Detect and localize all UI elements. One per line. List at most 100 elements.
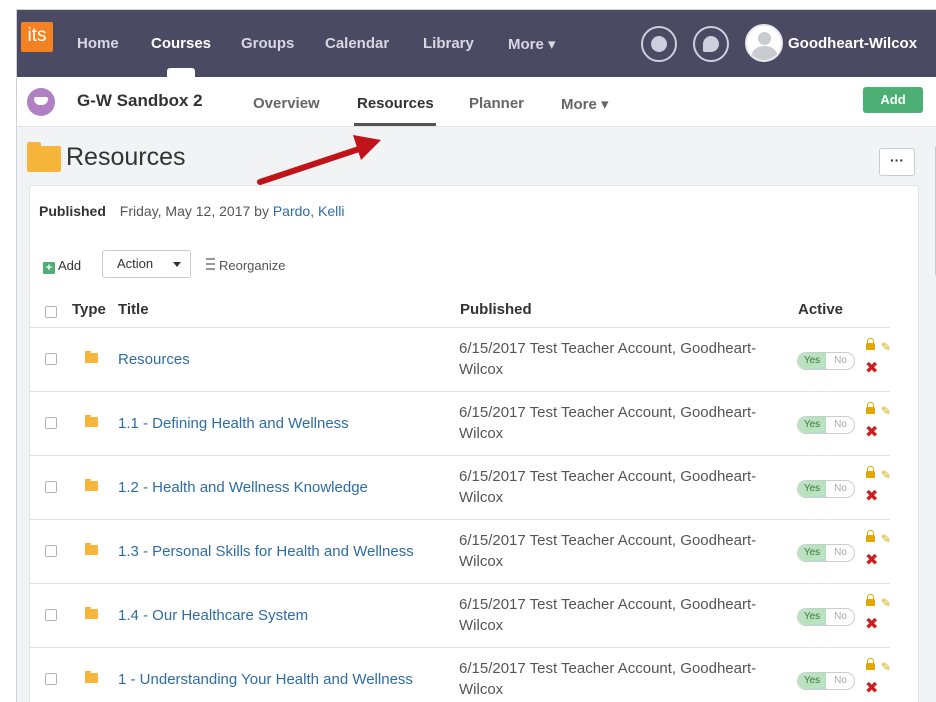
- resource-title-link[interactable]: 1.3 - Personal Skills for Health and Wel…: [118, 543, 414, 560]
- header-published[interactable]: Published: [460, 301, 532, 318]
- page-title: Resources: [66, 143, 186, 171]
- arrow-head: [353, 135, 381, 160]
- delete-icon[interactable]: ✖: [865, 681, 878, 697]
- nav-more[interactable]: More ▾: [508, 35, 556, 53]
- tab-overview[interactable]: Overview: [253, 95, 320, 112]
- delete-icon[interactable]: ✖: [865, 361, 878, 377]
- lock-icon[interactable]: [866, 594, 875, 606]
- published-cell: 6/15/2017 Test Teacher Account, Goodhear…: [459, 658, 799, 700]
- row-checkbox[interactable]: [45, 673, 57, 685]
- active-toggle[interactable]: Yes No: [797, 544, 855, 562]
- published-cell: 6/15/2017 Test Teacher Account, Goodhear…: [459, 594, 799, 636]
- row-checkbox[interactable]: [45, 545, 57, 557]
- published-cell: 6/15/2017 Test Teacher Account, Goodhear…: [459, 466, 799, 508]
- toolbar-add-button[interactable]: + Add: [43, 258, 81, 274]
- nav-calendar[interactable]: Calendar: [325, 35, 389, 52]
- published-line: 6/15/2017 Test Teacher Account, Goodhear…: [459, 404, 757, 421]
- published-line: Wilcox: [459, 425, 504, 442]
- resource-title-link[interactable]: 1 - Understanding Your Health and Wellne…: [118, 671, 413, 688]
- active-toggle[interactable]: Yes No: [797, 416, 855, 434]
- toggle-no: No: [834, 611, 847, 622]
- tab-planner[interactable]: Planner: [469, 95, 524, 112]
- messages-button[interactable]: [693, 26, 729, 62]
- pencil-icon[interactable]: ✎: [881, 661, 891, 673]
- course-title[interactable]: G-W Sandbox 2: [77, 91, 203, 111]
- action-dropdown[interactable]: Action: [102, 250, 191, 278]
- published-line: Wilcox: [459, 553, 504, 570]
- nav-groups[interactable]: Groups: [241, 35, 294, 52]
- published-line: Wilcox: [459, 617, 504, 634]
- row-checkbox[interactable]: [45, 609, 57, 621]
- notifications-button[interactable]: [641, 26, 677, 62]
- pencil-icon[interactable]: ✎: [881, 469, 891, 481]
- pencil-icon[interactable]: ✎: [881, 405, 891, 417]
- select-all-checkbox[interactable]: [45, 306, 57, 318]
- reorganize-icon: [206, 258, 215, 270]
- avatar-head: [758, 32, 771, 45]
- resource-title-link[interactable]: 1.2 - Health and Wellness Knowledge: [118, 479, 368, 496]
- tab-resources[interactable]: Resources: [357, 95, 434, 112]
- options-button[interactable]: ···: [879, 148, 915, 176]
- lock-icon[interactable]: [866, 402, 875, 414]
- toggle-no: No: [834, 483, 847, 494]
- published-line: 6/15/2017 Test Teacher Account, Goodhear…: [459, 532, 757, 549]
- header-title[interactable]: Title: [118, 301, 149, 318]
- nav-courses[interactable]: Courses: [151, 35, 211, 52]
- delete-icon[interactable]: ✖: [865, 553, 878, 569]
- user-name[interactable]: Goodheart-Wilcox: [788, 35, 917, 52]
- pencil-icon[interactable]: ✎: [881, 341, 891, 353]
- table-row: 1.4 - Our Healthcare System 6/15/2017 Tes…: [30, 584, 891, 648]
- published-author-link[interactable]: Pardo, Kelli: [273, 203, 345, 219]
- avatar[interactable]: [745, 24, 783, 62]
- resource-title-link[interactable]: 1.4 - Our Healthcare System: [118, 607, 308, 624]
- row-checkbox[interactable]: [45, 481, 57, 493]
- lock-icon[interactable]: [866, 530, 875, 542]
- lock-icon[interactable]: [866, 658, 875, 670]
- folder-icon: [85, 671, 98, 683]
- delete-icon[interactable]: ✖: [865, 425, 878, 441]
- nav-home[interactable]: Home: [77, 35, 119, 52]
- folder-icon: [85, 607, 98, 619]
- active-toggle[interactable]: Yes No: [797, 480, 855, 498]
- delete-icon[interactable]: ✖: [865, 617, 878, 633]
- header-active[interactable]: Active: [798, 301, 843, 318]
- folder-icon: [85, 415, 98, 427]
- nav-library[interactable]: Library: [423, 35, 474, 52]
- published-cell: 6/15/2017 Test Teacher Account, Goodhear…: [459, 530, 799, 572]
- pencil-icon[interactable]: ✎: [881, 597, 891, 609]
- avatar-body: [752, 46, 777, 60]
- active-nav-indicator: [167, 68, 195, 77]
- lock-icon[interactable]: [866, 338, 875, 350]
- pencil-icon[interactable]: ✎: [881, 533, 891, 545]
- active-toggle[interactable]: Yes No: [797, 672, 855, 690]
- header-type[interactable]: Type: [72, 301, 106, 318]
- folder-icon: [85, 479, 98, 491]
- tab-more[interactable]: More ▾: [561, 95, 609, 113]
- published-cell: 6/15/2017 Test Teacher Account, Goodhear…: [459, 338, 799, 380]
- bell-icon: [651, 36, 667, 52]
- resource-title-link[interactable]: Resources: [118, 351, 190, 368]
- active-toggle[interactable]: Yes No: [797, 608, 855, 626]
- table-row: 1.2 - Health and Wellness Knowledge 6/15/…: [30, 456, 891, 520]
- add-button[interactable]: Add: [863, 87, 923, 113]
- published-line: 6/15/2017 Test Teacher Account, Goodhear…: [459, 596, 757, 613]
- resource-title-link[interactable]: 1.1 - Defining Health and Wellness: [118, 415, 349, 432]
- reorganize-button[interactable]: Reorganize: [206, 258, 286, 273]
- action-dropdown-label: Action: [117, 256, 154, 271]
- app-window: its Home Courses Groups Calendar Library…: [16, 9, 936, 702]
- top-navigation: its Home Courses Groups Calendar Library…: [17, 10, 936, 77]
- published-line: Wilcox: [459, 681, 504, 698]
- active-tab-underline: [354, 123, 436, 126]
- delete-icon[interactable]: ✖: [865, 489, 878, 505]
- table-header: Type Title Published Active: [30, 299, 890, 328]
- app-logo[interactable]: its: [21, 22, 53, 52]
- published-date: Friday, May 12, 2017 by: [119, 203, 269, 219]
- published-line: Wilcox: [459, 489, 504, 506]
- lock-icon[interactable]: [866, 466, 875, 478]
- folder-icon: [27, 142, 61, 172]
- toggle-yes: Yes: [798, 481, 826, 497]
- active-toggle[interactable]: Yes No: [797, 352, 855, 370]
- row-checkbox[interactable]: [45, 417, 57, 429]
- row-checkbox[interactable]: [45, 353, 57, 365]
- table-row: 1 - Understanding Your Health and Wellne…: [30, 648, 891, 702]
